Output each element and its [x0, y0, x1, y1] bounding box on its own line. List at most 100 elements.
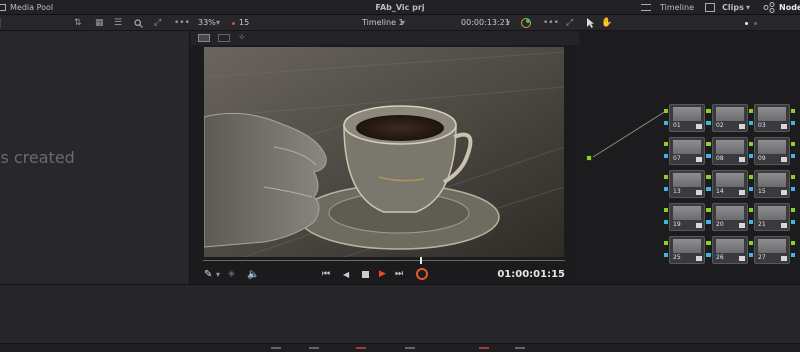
node-input-pin[interactable]	[707, 154, 711, 158]
magic-wand-icon[interactable]: ✧	[238, 31, 246, 45]
node-toggle-icon[interactable]	[739, 157, 745, 162]
sort-icon[interactable]: ⇅	[74, 15, 82, 31]
node-output-pin[interactable]	[791, 187, 795, 191]
audio-icon[interactable]: 🔈	[247, 265, 259, 284]
node-input-pin[interactable]	[749, 241, 753, 245]
node-14[interactable]: 14	[712, 170, 748, 198]
node-toggle-icon[interactable]	[739, 256, 745, 261]
layers-icon[interactable]: ◈	[228, 265, 235, 284]
search-icon[interactable]	[134, 19, 143, 28]
expand-icon[interactable]: ⤢	[566, 15, 573, 31]
node-09[interactable]: 09	[754, 137, 790, 165]
reverse-icon[interactable]: ◀	[343, 265, 349, 284]
node-toggle-icon[interactable]	[739, 124, 745, 129]
page-dot[interactable]	[754, 22, 757, 25]
toolbar-icon[interactable]	[515, 347, 525, 349]
split-view-icon[interactable]	[218, 34, 230, 42]
chevron-down-icon[interactable]: ▾	[746, 0, 750, 15]
node-input-pin[interactable]	[749, 121, 753, 125]
more-options-icon[interactable]: •••	[543, 15, 559, 31]
node-toggle-icon[interactable]	[781, 124, 787, 129]
node-input-pin[interactable]	[707, 121, 711, 125]
playhead[interactable]	[420, 257, 422, 264]
node-output-pin[interactable]	[791, 175, 795, 179]
node-input-pin[interactable]	[664, 154, 668, 158]
node-output-pin[interactable]	[791, 253, 795, 257]
loop-icon[interactable]	[416, 268, 428, 280]
node-toggle-icon[interactable]	[696, 124, 702, 129]
node-08[interactable]: 08	[712, 137, 748, 165]
node-toggle-icon[interactable]	[781, 223, 787, 228]
play-icon[interactable]: ▶	[379, 265, 386, 284]
clips-icon[interactable]	[705, 3, 715, 12]
pointer-icon[interactable]	[586, 18, 594, 28]
nodes-button[interactable]: Nodes	[779, 0, 800, 15]
node-07[interactable]: 07	[669, 137, 705, 165]
nodes-icon[interactable]	[763, 2, 775, 13]
node-02[interactable]: 02	[712, 104, 748, 132]
node-output-pin[interactable]	[791, 142, 795, 146]
node-input-pin[interactable]	[749, 175, 753, 179]
node-input-pin[interactable]	[664, 142, 668, 146]
node-input-pin[interactable]	[707, 175, 711, 179]
timeline-tab[interactable]: Timeline	[660, 0, 694, 15]
node-input-pin[interactable]	[664, 121, 668, 125]
node-output-pin[interactable]	[791, 220, 795, 224]
node-input-pin[interactable]	[664, 241, 668, 245]
video-frame[interactable]	[204, 47, 564, 257]
node-input-pin[interactable]	[749, 187, 753, 191]
node-27[interactable]: 27	[754, 236, 790, 264]
scrubber-track[interactable]	[203, 260, 565, 261]
node-input-pin[interactable]	[664, 220, 668, 224]
node-toggle-icon[interactable]	[739, 223, 745, 228]
first-frame-icon[interactable]: ⏮	[322, 265, 330, 284]
node-toggle-icon[interactable]	[781, 190, 787, 195]
node-output-pin[interactable]	[791, 241, 795, 245]
node-input-pin[interactable]	[707, 142, 711, 146]
last-frame-icon[interactable]: ⏭	[395, 265, 403, 284]
toolbar-icon[interactable]	[271, 347, 281, 349]
node-25[interactable]: 25	[669, 236, 705, 264]
node-toggle-icon[interactable]	[696, 157, 702, 162]
node-input-pin[interactable]	[664, 208, 668, 212]
node-toggle-icon[interactable]	[781, 256, 787, 261]
node-output-pin[interactable]	[791, 208, 795, 212]
node-20[interactable]: 20	[712, 203, 748, 231]
node-input-pin[interactable]	[749, 109, 753, 113]
single-view-icon[interactable]	[198, 34, 210, 42]
timeline-dropdown-icon[interactable]: ▾	[401, 15, 405, 31]
node-26[interactable]: 26	[712, 236, 748, 264]
node-input-pin[interactable]	[707, 253, 711, 257]
node-toggle-icon[interactable]	[696, 256, 702, 261]
node-output-pin[interactable]	[791, 121, 795, 125]
clips-button[interactable]: Clips	[722, 0, 744, 15]
marker-icon[interactable]	[356, 347, 366, 349]
node-toggle-icon[interactable]	[696, 223, 702, 228]
node-output-pin[interactable]	[791, 154, 795, 158]
node-input-pin[interactable]	[664, 187, 668, 191]
node-output-pin[interactable]	[791, 109, 795, 113]
node-toggle-icon[interactable]	[696, 190, 702, 195]
hand-icon[interactable]: ✋	[601, 15, 612, 31]
more-options-icon[interactable]: •••	[174, 15, 190, 31]
node-input-pin[interactable]	[707, 220, 711, 224]
node-input-pin[interactable]	[707, 241, 711, 245]
node-input-pin[interactable]	[749, 220, 753, 224]
node-01[interactable]: 01	[669, 104, 705, 132]
timeline-icon[interactable]	[641, 4, 651, 11]
node-input-pin[interactable]	[749, 208, 753, 212]
list-view-icon[interactable]: ☰	[114, 15, 122, 31]
toolbar-icon[interactable]	[405, 347, 415, 349]
page-dot-active[interactable]	[745, 22, 748, 25]
chevron-down-icon[interactable]: ▾	[216, 265, 220, 284]
expand-icon[interactable]: ⤢	[154, 15, 161, 31]
node-input-pin[interactable]	[749, 253, 753, 257]
node-input-pin[interactable]	[749, 142, 753, 146]
node-03[interactable]: 03	[754, 104, 790, 132]
zoom-level[interactable]: 33%	[198, 15, 216, 31]
node-15[interactable]: 15	[754, 170, 790, 198]
marker-icon[interactable]	[479, 347, 489, 349]
node-input-pin[interactable]	[664, 175, 668, 179]
node-input-pin[interactable]	[664, 109, 668, 113]
scrubber[interactable]	[203, 257, 565, 264]
